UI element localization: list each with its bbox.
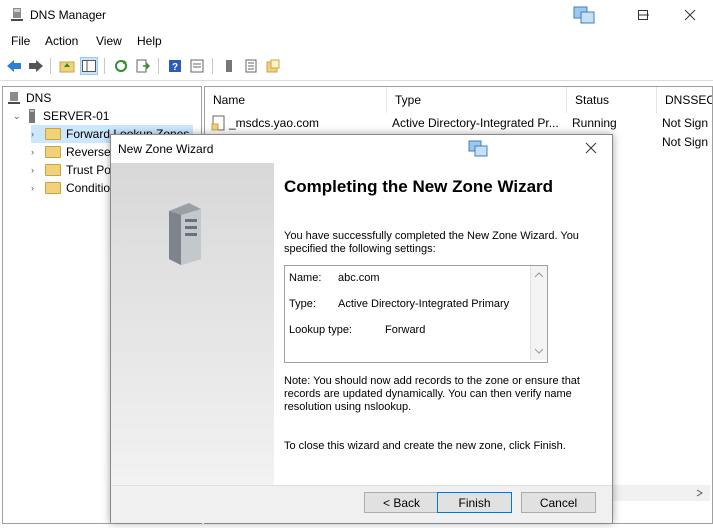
export-icon bbox=[136, 59, 150, 73]
chevron-right-icon[interactable]: › bbox=[31, 129, 41, 139]
folder-icon bbox=[45, 182, 61, 194]
table-row[interactable]: _msdcs.yao.com Active Directory-Integrat… bbox=[205, 114, 710, 132]
window-title: DNS Manager bbox=[30, 8, 107, 22]
setting-label-name: Name: bbox=[289, 272, 322, 284]
setting-value-name: abc.com bbox=[338, 272, 380, 284]
refresh-button[interactable] bbox=[112, 57, 130, 75]
new-zone-wizard-dialog: New Zone Wizard Completing the New Zone … bbox=[110, 134, 613, 523]
help-button[interactable]: ? bbox=[166, 57, 184, 75]
toolbar-separator bbox=[212, 58, 213, 74]
svg-text:?: ? bbox=[172, 62, 178, 73]
menu-view[interactable]: View bbox=[96, 34, 122, 48]
settings-summary-box[interactable]: Name: abc.com Type: Active Directory-Int… bbox=[284, 265, 548, 363]
wizard-heading: Completing the New Zone Wizard bbox=[284, 177, 554, 196]
cancel-button[interactable]: Cancel bbox=[521, 492, 596, 513]
up-folder-button[interactable] bbox=[58, 57, 76, 75]
wizard-note-text: Note: You should now add records to the … bbox=[284, 375, 580, 413]
server-icon bbox=[226, 60, 232, 72]
scroll-down-icon[interactable] bbox=[534, 348, 544, 355]
row-dnssec: Not Sign bbox=[662, 116, 709, 130]
show-hide-console-tree-button[interactable] bbox=[80, 57, 98, 75]
zone-button[interactable] bbox=[264, 57, 282, 75]
summary-scrollbar[interactable] bbox=[530, 266, 547, 360]
chevron-right-icon[interactable]: › bbox=[31, 183, 41, 193]
maximize-icon bbox=[638, 10, 648, 20]
wizard-button-bar: < Back Finish Cancel bbox=[111, 485, 612, 523]
back-toolbar-button[interactable] bbox=[5, 57, 23, 75]
tree-node-dns[interactable]: DNS bbox=[7, 89, 51, 107]
toolbar-separator bbox=[104, 58, 105, 74]
mmc-icon bbox=[573, 6, 595, 24]
row-dnssec: Not Sign bbox=[662, 135, 709, 149]
chevron-down-icon[interactable]: ⌄ bbox=[13, 111, 23, 122]
close-icon bbox=[684, 9, 696, 21]
forward-toolbar-button[interactable] bbox=[27, 57, 45, 75]
zone-file-icon bbox=[211, 115, 225, 131]
setting-value-lookup: Forward bbox=[385, 324, 426, 336]
wizard-content: Completing the New Zone Wizard You have … bbox=[274, 163, 612, 485]
close-icon bbox=[585, 142, 597, 154]
tree-node-server[interactable]: ⌄ SERVER-01 bbox=[13, 107, 109, 125]
dns-icon bbox=[8, 92, 20, 104]
export-list-button[interactable] bbox=[134, 57, 152, 75]
column-header-dnssec[interactable]: DNSSEC bbox=[657, 87, 712, 113]
tree-node-label: SERVER-01 bbox=[43, 109, 110, 123]
wizard-title-bar: New Zone Wizard bbox=[111, 135, 612, 163]
properties-icon bbox=[190, 59, 204, 73]
column-header-name[interactable]: Name bbox=[205, 87, 387, 113]
folder-icon bbox=[45, 128, 61, 140]
menu-bar: File Action View Help bbox=[0, 30, 713, 52]
toolbar-separator bbox=[158, 58, 159, 74]
column-header-status[interactable]: Status bbox=[567, 87, 657, 113]
help-icon: ? bbox=[169, 60, 181, 73]
wizard-title: New Zone Wizard bbox=[118, 142, 214, 156]
setting-label-lookup: Lookup type: bbox=[289, 324, 352, 336]
back-button[interactable]: < Back bbox=[364, 492, 439, 513]
toolbar-separator bbox=[50, 58, 51, 74]
close-button[interactable] bbox=[667, 0, 713, 30]
folder-icon bbox=[45, 146, 61, 158]
wizard-intro-text: You have successfully completed the New … bbox=[284, 230, 579, 255]
list-icon bbox=[245, 59, 257, 73]
row-type: Active Directory-Integrated Pr... bbox=[392, 116, 559, 130]
row-name: _msdcs.yao.com bbox=[229, 116, 320, 130]
setting-label-type: Type: bbox=[289, 298, 316, 310]
arrow-right-icon bbox=[29, 60, 43, 72]
main-title-bar: DNS Manager bbox=[0, 0, 713, 30]
wizard-banner bbox=[111, 163, 274, 485]
wizard-finish-hint: To close this wizard and create the new … bbox=[284, 440, 566, 452]
column-header-type[interactable]: Type bbox=[387, 87, 567, 113]
row-status: Running bbox=[572, 116, 617, 130]
chevron-right-icon[interactable]: › bbox=[31, 165, 41, 175]
mmc-icon bbox=[468, 140, 488, 157]
toolbar: ? bbox=[0, 52, 713, 81]
scroll-up-icon[interactable] bbox=[534, 271, 544, 278]
folder-icon bbox=[45, 164, 61, 176]
list-button[interactable] bbox=[242, 57, 260, 75]
folder-up-icon bbox=[59, 61, 75, 73]
tree-node-label: DNS bbox=[26, 91, 52, 105]
refresh-icon bbox=[115, 60, 127, 72]
maximize-button[interactable] bbox=[620, 0, 666, 30]
arrow-left-icon bbox=[7, 60, 21, 72]
menu-help[interactable]: Help bbox=[137, 34, 162, 48]
wizard-close-button[interactable] bbox=[585, 142, 599, 156]
server-button[interactable] bbox=[220, 57, 238, 75]
menu-action[interactable]: Action bbox=[45, 34, 78, 48]
setting-value-type: Active Directory-Integrated Primary bbox=[338, 298, 510, 310]
chevron-right-icon[interactable]: › bbox=[31, 147, 41, 157]
properties-button[interactable] bbox=[188, 57, 206, 75]
dns-app-icon bbox=[11, 8, 23, 21]
server-tower-icon bbox=[169, 203, 201, 265]
zone-icon bbox=[266, 59, 280, 73]
menu-file[interactable]: File bbox=[11, 34, 30, 48]
scroll-right-icon[interactable] bbox=[695, 489, 705, 497]
console-tree-icon bbox=[82, 60, 96, 72]
server-icon bbox=[29, 109, 35, 123]
finish-button[interactable]: Finish bbox=[437, 492, 512, 513]
